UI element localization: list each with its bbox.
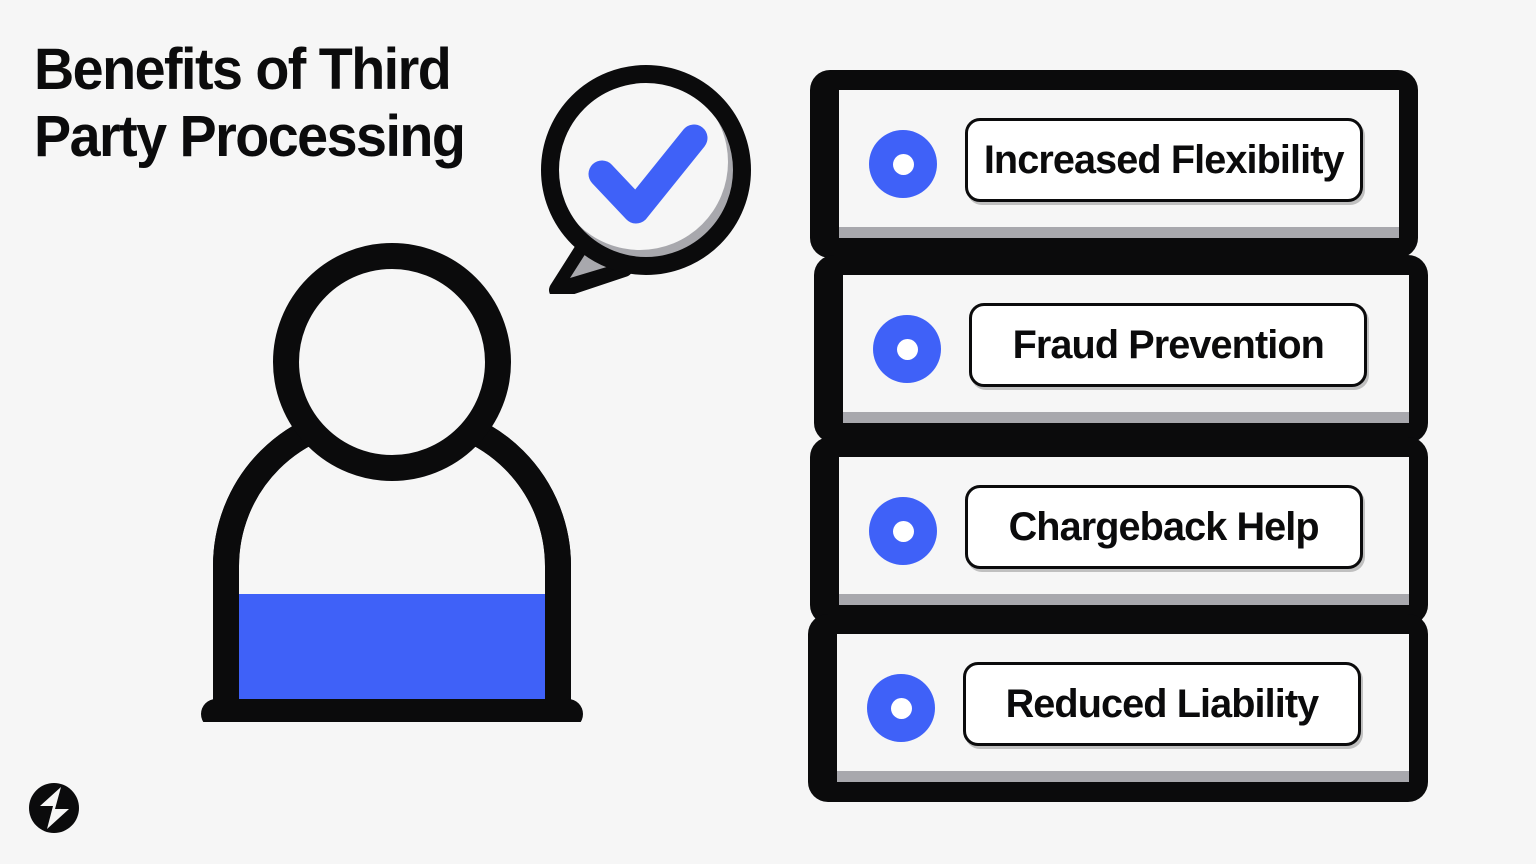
card-shadow-strip [839,594,1409,605]
blue-donut-bullet-icon [873,315,941,383]
benefit-card-inner: Increased Flexibility [839,90,1399,238]
bullet-hole [892,520,914,542]
benefit-label-pill[interactable]: Fraud Prevention [969,303,1367,387]
benefit-card-inner: Reduced Liability [837,634,1409,782]
benefit-card-inner: Fraud Prevention [843,275,1409,423]
blue-donut-bullet-icon [867,674,935,742]
benefit-label: Fraud Prevention [1012,322,1324,367]
benefit-label-pill[interactable]: Chargeback Help [965,485,1363,569]
page-title: Benefits of Third Party Processing [34,37,466,170]
bullet-hole [890,697,912,719]
bullet-hole [892,153,914,175]
benefit-label: Increased Flexibility [984,137,1345,182]
infographic-root: Benefits of Third Party Processing Incre… [0,0,1536,864]
lightning-bolt-circle-logo-icon [28,782,80,834]
bullet-hole [896,338,918,360]
benefit-card[interactable]: Increased Flexibility [810,70,1418,258]
benefit-label-pill[interactable]: Reduced Liability [963,662,1361,746]
benefit-card[interactable]: Reduced Liability [808,614,1428,802]
benefit-label: Chargeback Help [1008,504,1320,549]
benefit-card-inner: Chargeback Help [839,457,1409,605]
card-shadow-strip [837,771,1409,782]
person-half-filled-icon [196,236,588,722]
card-shadow-strip [839,227,1399,238]
benefits-list: Increased Flexibility Fraud Prevention C… [808,70,1432,802]
benefit-label: Reduced Liability [1005,681,1320,726]
card-shadow-strip [843,412,1409,423]
benefit-label-pill[interactable]: Increased Flexibility [965,118,1363,202]
benefit-card[interactable]: Chargeback Help [810,437,1428,625]
blue-donut-bullet-icon [869,130,937,198]
benefit-card[interactable]: Fraud Prevention [814,255,1428,443]
blue-donut-bullet-icon [869,497,937,565]
